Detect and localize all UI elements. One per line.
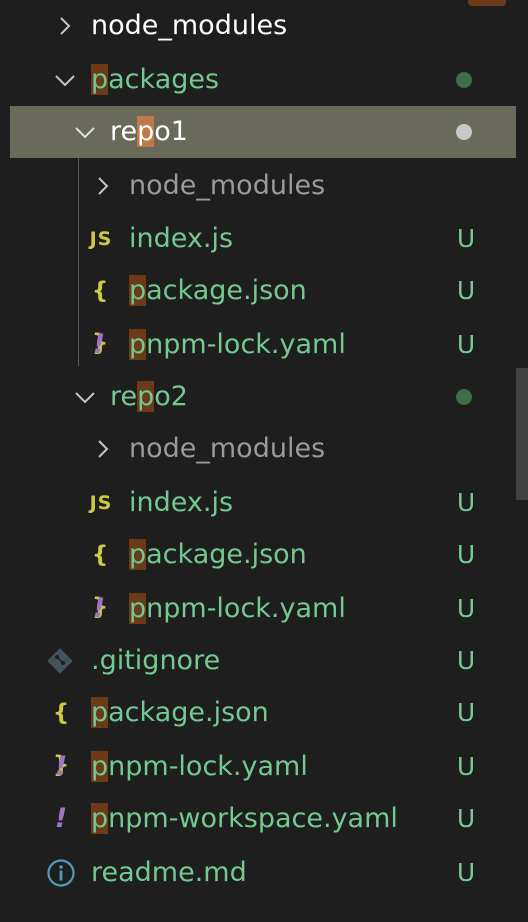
folder-label: packages: [91, 64, 220, 95]
tree-folder-node-modules[interactable]: node_modules: [0, 423, 516, 475]
tree-file-pnpm-lock-yaml[interactable]: ! pnpm-lock.yaml U: [0, 741, 516, 793]
scrollbar-thumb[interactable]: [516, 368, 528, 500]
javascript-file-icon: JS: [89, 492, 113, 514]
chevron-right-icon: [90, 173, 116, 199]
untracked-status: U: [456, 594, 476, 623]
chevron-right-icon: [90, 436, 116, 462]
chevron-down-icon: [72, 119, 98, 145]
tree-file-package-json[interactable]: { } package.json U: [0, 687, 516, 778]
file-label: index.js: [129, 487, 234, 518]
chevron-down-icon: [72, 384, 98, 410]
javascript-file-icon: JS: [89, 228, 113, 250]
json-file-icon: { }: [91, 278, 111, 356]
folder-label: repo2: [110, 381, 188, 412]
untracked-status: U: [456, 488, 476, 517]
untracked-status: U: [456, 224, 476, 253]
file-label: pnpm-lock.yaml: [91, 751, 308, 782]
tree-folder-node-modules[interactable]: node_modules: [0, 160, 516, 212]
file-label: readme.md: [91, 857, 247, 888]
tree-file-pnpm-workspace-yaml[interactable]: ! pnpm-workspace.yaml U: [0, 793, 516, 845]
untracked-status: U: [456, 276, 476, 305]
tree-file-index-js[interactable]: JS index.js U: [0, 477, 516, 529]
tree-folder-repo1[interactable]: repo1: [10, 106, 516, 158]
chevron-right-icon: [52, 13, 78, 39]
tree-file-pnpm-lock-yaml[interactable]: ! pnpm-lock.yaml U: [0, 319, 516, 371]
tree-file-package-json[interactable]: { } package.json U: [0, 265, 516, 356]
git-icon: [46, 647, 74, 675]
file-label: package.json: [129, 275, 307, 306]
folder-label: node_modules: [129, 433, 326, 464]
untracked-status: U: [456, 752, 476, 781]
tree-file-readme-md[interactable]: readme.md U: [0, 847, 516, 899]
untracked-status: U: [456, 804, 476, 833]
yaml-file-icon: !: [54, 803, 68, 834]
modified-dot: [456, 389, 472, 405]
folder-label: node_modules: [129, 170, 326, 201]
file-label: package.json: [129, 539, 307, 570]
untracked-status: U: [456, 330, 476, 359]
tree-file-pnpm-lock-yaml[interactable]: ! pnpm-lock.yaml U: [0, 583, 516, 635]
tree-file-package-json[interactable]: { } package.json U: [0, 529, 516, 620]
folder-label: node_modules: [91, 10, 288, 41]
file-explorer: node_modules packages repo1 node_modules…: [0, 0, 528, 922]
file-label: pnpm-lock.yaml: [129, 593, 346, 624]
json-file-icon: { }: [52, 700, 72, 778]
file-label: index.js: [129, 223, 234, 254]
info-icon: [46, 858, 76, 888]
modified-dot: [456, 124, 472, 140]
json-file-icon: { }: [91, 542, 111, 620]
file-label: package.json: [91, 697, 269, 728]
untracked-status: U: [456, 540, 476, 569]
untracked-status: U: [456, 646, 476, 675]
tree-folder-node-modules[interactable]: node_modules: [0, 0, 516, 52]
vertical-scrollbar[interactable]: [516, 0, 528, 922]
tree-file-gitignore[interactable]: .gitignore U: [0, 635, 516, 687]
file-label: pnpm-lock.yaml: [129, 329, 346, 360]
tree-folder-packages[interactable]: packages: [0, 54, 516, 106]
modified-dot: [456, 72, 472, 88]
tree-file-index-js[interactable]: JS index.js U: [0, 213, 516, 265]
yaml-file-icon: !: [92, 329, 106, 360]
chevron-down-icon: [52, 67, 78, 93]
file-label: .gitignore: [91, 645, 221, 676]
file-label: pnpm-workspace.yaml: [91, 803, 398, 834]
untracked-status: U: [456, 858, 476, 887]
yaml-file-icon: !: [92, 593, 106, 624]
folder-label: repo1: [110, 116, 188, 147]
tree-folder-repo2[interactable]: repo2: [0, 371, 516, 423]
yaml-file-icon: !: [54, 751, 68, 782]
untracked-status: U: [456, 698, 476, 727]
